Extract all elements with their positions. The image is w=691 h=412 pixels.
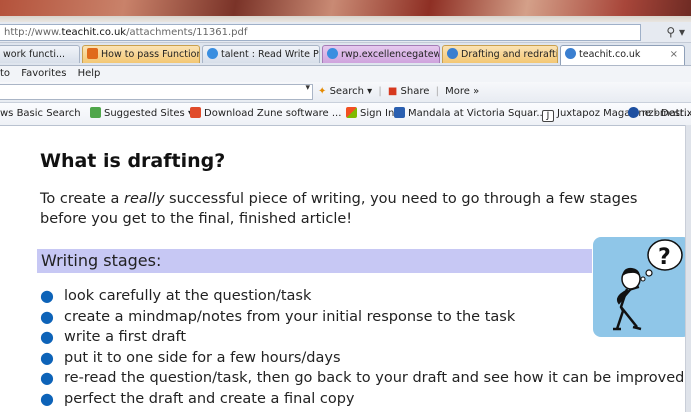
list-item-text: perfect the draft and create a final cop… [64,390,355,407]
tab-label: talent : Read Write Plus... [221,49,319,60]
ie-icon [327,48,338,59]
list-item: ● write a first draft [40,327,680,348]
tab-label: work functi... [3,49,66,60]
juxtapoz-icon: J [542,110,554,122]
menu-help[interactable]: Help [78,68,101,79]
tab-strip: work functi... How to pass Functional...… [0,43,691,66]
writing-stages-list: ● look carefully at the question/task ● cr… [40,286,684,410]
close-tab-icon[interactable]: × [670,46,678,64]
tab-work-functional[interactable]: work functi... [0,45,80,63]
bullet-icon: ● [40,286,54,305]
web-page-icon [87,48,98,59]
writing-stages-banner: Writing stages: [37,249,592,273]
page-heading: What is drafting? [40,150,226,172]
tab-talent[interactable]: talent : Read Write Plus... [202,45,320,63]
tab-label: teachit.co.uk [579,49,641,60]
tab-label: rwp.excellencegateway... [341,49,439,60]
favorite-label: Suggested Sites [104,108,185,119]
list-item-text: re-read the question/task, then go back … [64,370,685,386]
svg-text:?: ? [658,245,671,270]
share-icon: ■ [387,86,398,97]
address-bar[interactable]: http://www.teachit.co.uk/attachments/113… [0,24,641,41]
favorite-suggested-sites[interactable]: Suggested Sites ▾ [90,103,193,125]
bullet-icon: ● [40,306,54,326]
menu-goto[interactable]: to [0,68,10,79]
zune-icon [190,107,201,118]
nzbmatrix-icon [628,107,639,118]
list-item-text: look carefully at the question/task [64,288,312,304]
favorite-nzbmatrix[interactable]: nzbmatrix [628,103,691,125]
command-bar: ▾ ✦ Search ▾ | ■ Share | More » [0,82,691,103]
list-item: ● create a mindmap/notes from your initia… [40,307,680,328]
window-right-border [685,125,691,412]
address-host: teachit.co.uk [61,27,127,38]
search-icon[interactable]: ⚲ ▾ [666,25,685,39]
tab-rwp[interactable]: rwp.excellencegateway... [322,45,440,63]
page-content: What is drafting? To create a really suc… [0,126,686,412]
favorites-bar: ws Basic Search Suggested Sites ▾ Downlo… [0,103,691,126]
intro-text-start: To create a [40,191,125,207]
intro-paragraph: To create a really successful piece of w… [40,189,670,229]
address-prefix: http://www. [4,27,62,38]
tab-label: How to pass Functional... [101,49,199,60]
tab-how-to-pass[interactable]: How to pass Functional... [82,45,200,63]
share-command[interactable]: Share [401,86,430,97]
windows-icon [346,107,357,118]
bullet-icon: ● [40,347,54,367]
favorite-mandala[interactable]: Mandala at Victoria Squar... [394,103,546,125]
ie-icon [207,48,218,59]
mandala-icon [394,107,405,118]
command-search-input[interactable]: ▾ [0,83,313,100]
favorite-sign-in[interactable]: Sign In [346,103,394,125]
suggested-sites-icon [90,107,101,118]
chevron-down-icon[interactable]: ▾ [305,83,310,93]
intro-emphasis: really [124,191,165,207]
bullet-icon: ● [40,327,54,346]
address-bar-row: http://www.teachit.co.uk/attachments/113… [0,22,691,43]
window-titlebar [0,0,691,22]
more-chevron-icon[interactable]: » [473,86,479,97]
tab-drafting[interactable]: Drafting and redrafting... [442,45,558,63]
bullet-icon: ● [40,388,54,408]
list-item: ● perfect the draft and create a final co… [40,389,680,410]
favorite-label: Download Zune software ... [204,108,342,119]
menu-bar: to Favorites Help [0,66,691,82]
command-tools: ✦ Search ▾ | ■ Share | More » [318,86,480,97]
menu-favorites[interactable]: Favorites [21,68,66,79]
address-path: /attachments/11361.pdf [126,27,248,38]
favorite-label: Mandala at Victoria Squar... [408,108,546,119]
list-item: ● put it to one side for a few hours/days [40,348,680,369]
list-item: ● re-read the question/task, then go back… [40,368,684,389]
writing-stages-title: Writing stages: [41,251,162,270]
favorite-label: Sign In [360,108,395,119]
more-command[interactable]: More [445,86,470,97]
favorite-basic-search[interactable]: ws Basic Search [0,103,81,125]
favorite-download-zune[interactable]: Download Zune software ... [190,103,341,125]
tab-label: Drafting and redrafting... [461,49,557,60]
list-item-text: write a first draft [64,329,187,345]
list-item-text: put it to one side for a few hours/days [64,349,341,366]
list-item: ● look carefully at the question/task [40,286,680,307]
list-item-text: create a mindmap/notes from your initial… [64,308,516,325]
ie-icon [447,48,458,59]
tab-teachit[interactable]: teachit.co.uk × [560,45,685,65]
bullet-icon: ● [40,368,54,387]
favorite-label: nzbmatrix [642,108,691,119]
search-star-icon: ✦ [318,86,327,97]
search-command[interactable]: Search [330,86,364,97]
favorite-label: ws Basic Search [0,108,81,119]
ie-icon [565,48,576,59]
